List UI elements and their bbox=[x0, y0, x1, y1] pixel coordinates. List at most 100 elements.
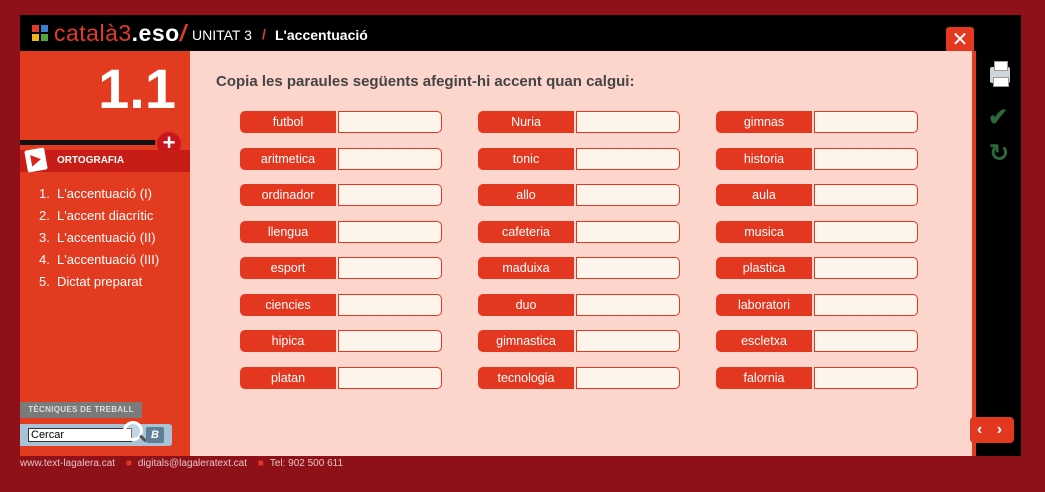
answer-input[interactable] bbox=[338, 111, 442, 133]
nav-item-number: 2. bbox=[39, 208, 50, 223]
word-pair: musica bbox=[716, 220, 920, 243]
printer-icon[interactable] bbox=[990, 61, 1010, 87]
word-label: falornia bbox=[716, 366, 812, 389]
techniques-button[interactable]: TÈCNIQUES DE TREBALL bbox=[20, 402, 142, 418]
page-title: L'accentuació bbox=[275, 27, 368, 43]
divider bbox=[20, 140, 170, 145]
logo-square bbox=[41, 25, 48, 32]
footer: www.text-lagalera.cat ■ digitals@lagalera… bbox=[20, 458, 351, 472]
word-pair: escletxa bbox=[716, 330, 920, 352]
footer-email[interactable]: digitals@lagaleratext.cat bbox=[138, 458, 247, 469]
nav-item-label: L'accentuació (II) bbox=[57, 230, 156, 245]
word-label: llengua bbox=[240, 220, 336, 243]
word-pair: ciencies bbox=[240, 293, 444, 316]
answer-input[interactable] bbox=[576, 330, 680, 352]
answer-input[interactable] bbox=[814, 330, 918, 352]
sidebar: 1.1 + ORTOGRAFIA 1. L'accentuació (I) 2. L… bbox=[20, 51, 190, 456]
answer-input[interactable] bbox=[338, 257, 442, 279]
answer-input[interactable] bbox=[338, 184, 442, 206]
word-pair: duo bbox=[478, 293, 682, 316]
answer-input[interactable] bbox=[576, 366, 680, 389]
answer-input[interactable] bbox=[814, 257, 918, 279]
answer-input[interactable] bbox=[576, 293, 680, 316]
word-label: ciencies bbox=[240, 293, 336, 316]
answer-input[interactable] bbox=[338, 220, 442, 243]
magnifier-icon[interactable] bbox=[123, 421, 143, 441]
nav-item-accentuacio-2[interactable]: 3. L'accentuació (II) bbox=[39, 227, 159, 249]
answer-input[interactable] bbox=[338, 293, 442, 316]
answer-input[interactable] bbox=[338, 366, 442, 389]
nav-item-number: 4. bbox=[39, 252, 50, 267]
exercise-instruction: Copia les paraules següents afegint-hi a… bbox=[216, 73, 635, 90]
word-label: tecnologia bbox=[478, 366, 574, 389]
refresh-icon[interactable]: ↻ bbox=[989, 139, 1009, 168]
word-pair: allo bbox=[478, 184, 682, 206]
app-window: català3.eso/ UNITAT 3 / L'accentuació ✕ … bbox=[20, 15, 1021, 456]
footer-bullet: ■ bbox=[257, 458, 264, 469]
word-pair: aula bbox=[716, 184, 920, 206]
answer-input[interactable] bbox=[338, 147, 442, 170]
word-label: ordinador bbox=[240, 184, 336, 206]
nav-item-accentuacio-1[interactable]: 1. L'accentuació (I) bbox=[39, 183, 159, 205]
answer-input[interactable] bbox=[814, 111, 918, 133]
logo-square bbox=[32, 34, 39, 41]
word-pair: plastica bbox=[716, 257, 920, 279]
word-label: musica bbox=[716, 220, 812, 243]
nav-item-label: L'accentuació (I) bbox=[57, 186, 152, 201]
category-header: ORTOGRAFIA bbox=[20, 147, 190, 173]
page-nav-arrows[interactable]: ‹ › bbox=[970, 417, 1014, 443]
footer-phone: Tel: 902 500 611 bbox=[269, 458, 344, 469]
answer-input[interactable] bbox=[576, 111, 680, 133]
word-label: plastica bbox=[716, 257, 812, 279]
nav-item-accent-diacritic[interactable]: 2. L'accent diacrític bbox=[39, 205, 159, 227]
word-pair: futbol bbox=[240, 111, 444, 133]
word-pair: Nuria bbox=[478, 111, 682, 133]
answer-input[interactable] bbox=[576, 184, 680, 206]
footer-website[interactable]: www.text-lagalera.cat bbox=[20, 458, 115, 469]
nav-item-number: 5. bbox=[39, 274, 50, 289]
word-pair: maduixa bbox=[478, 257, 682, 279]
word-label: esport bbox=[240, 257, 336, 279]
pdf-icon[interactable] bbox=[24, 147, 48, 173]
word-label: futbol bbox=[240, 111, 336, 133]
logo-square bbox=[32, 25, 39, 32]
brand-logo: català3.eso/ bbox=[54, 19, 187, 47]
word-label: gimnastica bbox=[478, 330, 574, 352]
search-box: B bbox=[20, 421, 172, 446]
word-pair: platan bbox=[240, 366, 444, 389]
answer-input[interactable] bbox=[814, 184, 918, 206]
answer-input[interactable] bbox=[576, 147, 680, 170]
word-label: tonic bbox=[478, 147, 574, 170]
section-number: 1.1 bbox=[98, 57, 176, 120]
nav-item-accentuacio-3[interactable]: 4. L'accentuació (III) bbox=[39, 249, 159, 271]
word-label: hipica bbox=[240, 330, 336, 352]
word-pair: ordinador bbox=[240, 184, 444, 206]
category-label: ORTOGRAFIA bbox=[57, 155, 125, 166]
word-label: gimnas bbox=[716, 111, 812, 133]
check-icon[interactable]: ✔ bbox=[988, 103, 1008, 132]
b-button[interactable]: B bbox=[146, 427, 164, 443]
logo-grid-icon bbox=[32, 25, 48, 41]
answer-input[interactable] bbox=[576, 220, 680, 243]
answer-input[interactable] bbox=[814, 366, 918, 389]
nav-item-dictat-preparat[interactable]: 5. Dictat preparat bbox=[39, 271, 159, 293]
nav-item-number: 3. bbox=[39, 230, 50, 245]
answer-input[interactable] bbox=[814, 293, 918, 316]
unit-label: UNITAT 3 bbox=[192, 27, 252, 43]
answer-input[interactable] bbox=[576, 257, 680, 279]
search-input[interactable] bbox=[28, 428, 132, 442]
answer-input[interactable] bbox=[814, 220, 918, 243]
close-button[interactable]: ✕ bbox=[946, 27, 974, 53]
word-label: historia bbox=[716, 147, 812, 170]
nav-item-label: L'accent diacrític bbox=[57, 208, 154, 223]
word-pair: tonic bbox=[478, 147, 682, 170]
header-bar: català3.eso/ UNITAT 3 / L'accentuació ✕ bbox=[20, 15, 976, 53]
word-pair: gimnas bbox=[716, 111, 920, 133]
brand-slash: / bbox=[179, 20, 187, 46]
word-label: allo bbox=[478, 184, 574, 206]
answer-input[interactable] bbox=[338, 330, 442, 352]
answer-input[interactable] bbox=[814, 147, 918, 170]
nav-item-number: 1. bbox=[39, 186, 50, 201]
breadcrumb-separator: / bbox=[262, 26, 266, 42]
word-pair: esport bbox=[240, 257, 444, 279]
